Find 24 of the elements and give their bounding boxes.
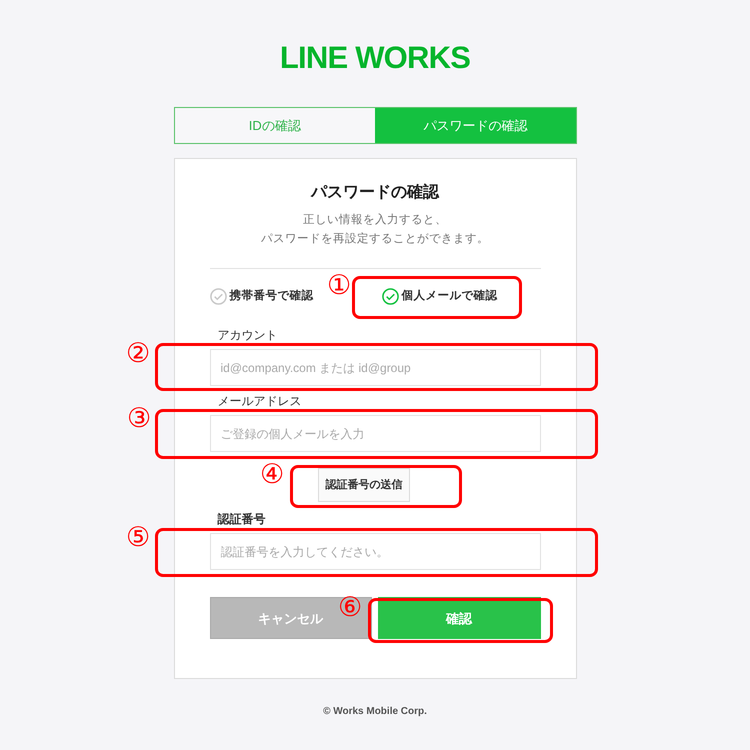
copyright-text: © Works Mobile Corp.: [323, 705, 427, 719]
annotation-number: ⑤: [126, 524, 150, 552]
annotation-number: ②: [126, 340, 150, 368]
annotation-number: ⑥: [338, 594, 362, 622]
tab[interactable]: パスワードの確認: [375, 108, 576, 143]
description-text: パスワードを再設定することができます。: [261, 232, 489, 247]
card-title: パスワードの確認: [311, 182, 439, 203]
field-label: 認証番号: [218, 512, 266, 526]
logo: LINE WORKS: [280, 39, 470, 77]
radio-label: 携帯番号で確認: [230, 288, 314, 304]
send-code-button[interactable]: 認証番号の送信: [318, 468, 410, 502]
description-text: 正しい情報を入力すると、: [303, 212, 447, 228]
annotation-number: ③: [127, 405, 152, 433]
radio-label: 個人メールで確認: [402, 288, 498, 304]
annotation-number: ①: [327, 272, 352, 300]
field-label: アカウント: [218, 328, 278, 342]
input-field[interactable]: ご登録の個人メールを入力: [210, 415, 540, 452]
radio-option[interactable]: 携帯番号で確認: [210, 288, 314, 306]
field-label: メールアドレス: [218, 394, 302, 408]
annotation-number: ④: [260, 461, 284, 489]
radio-option[interactable]: 個人メールで確認: [382, 288, 498, 306]
input-field[interactable]: id@company.com または id@group: [210, 349, 540, 386]
input-field[interactable]: 認証番号を入力してください。: [210, 533, 540, 570]
confirm-button[interactable]: 確認: [378, 597, 540, 640]
